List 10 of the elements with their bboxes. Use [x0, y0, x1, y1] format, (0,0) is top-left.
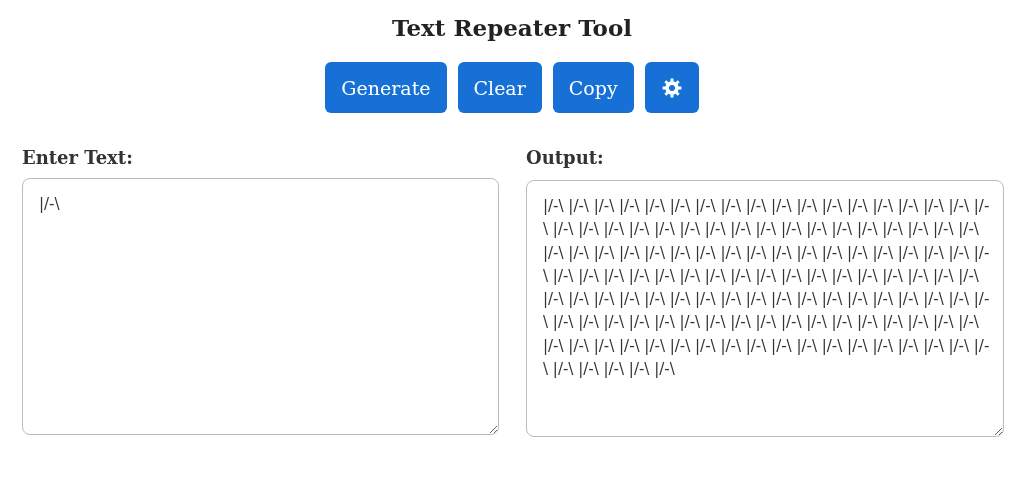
input-field[interactable]: |/-\ [22, 178, 499, 435]
page-title: Text Repeater Tool [391, 14, 633, 41]
copy-button[interactable]: Copy [552, 62, 634, 113]
generate-button[interactable]: Generate [325, 62, 447, 113]
settings-icon [661, 77, 682, 98]
settings-button[interactable] [644, 62, 699, 113]
clear-button[interactable]: Clear [457, 62, 542, 113]
output-label: Output: [526, 147, 604, 168]
output-field[interactable]: |/-\ |/-\ |/-\ |/-\ |/-\ |/-\ |/-\ |/-\ |/-\ |/-\ |/-\ |/-\ |/-\ |/-\ |/-\ |/-\ |/-\ |/-\ |/-\ |/-\ |/-\ |/-\ |/-\ |/-\ |/-\ |/-\ |/-\ |/-\ |/-\ |/-\ |/-\ |/-\ |/-\ |/-\ |/-\ |/-\ |/-\ |/-\ |/-\ |/-\ |/-\ |/-\ |/-\ |/-\ |/-\ |/-\ |/-\ |/-\ |/-\ |/-\ |/-\ |/-\ |/-\ |/-\ |/-\ |/-\ |/-\ |/-\ |/-\ |/-\ |/-\ |/-\ |/-\ |/-\ |/-\ |/-\ |/-\ |/-\ |/-\ |/-\ |/-\ |/-\ |/-\ |/-\ |/-\ |/-\ |/-\ |/-\ |/-\ |/-\ |/-\ |/-\ |/-\ |/-\ |/-\ |/-\ |/-\ |/-\ |/-\ |/-\ |/-\ |/-\ |/-\ |/-\ |/-\ |/-\ |/-\ |/-\ |/-\ |/-\ |/-\ |/-\ |/-\ |/-\ |/-\ |/-\ |/-\ |/-\ |/-\ |/-\ |/-\ |/-\ |/-\ |/-\ |/-\ |/-\ |/-\ |/-\ |/-\ |/-\ |/-\ |/-\ |/-\ |/-\ |/-\ |/-\ |/-\ |/-\ [526, 180, 1004, 437]
input-label: Enter Text: [22, 147, 133, 168]
